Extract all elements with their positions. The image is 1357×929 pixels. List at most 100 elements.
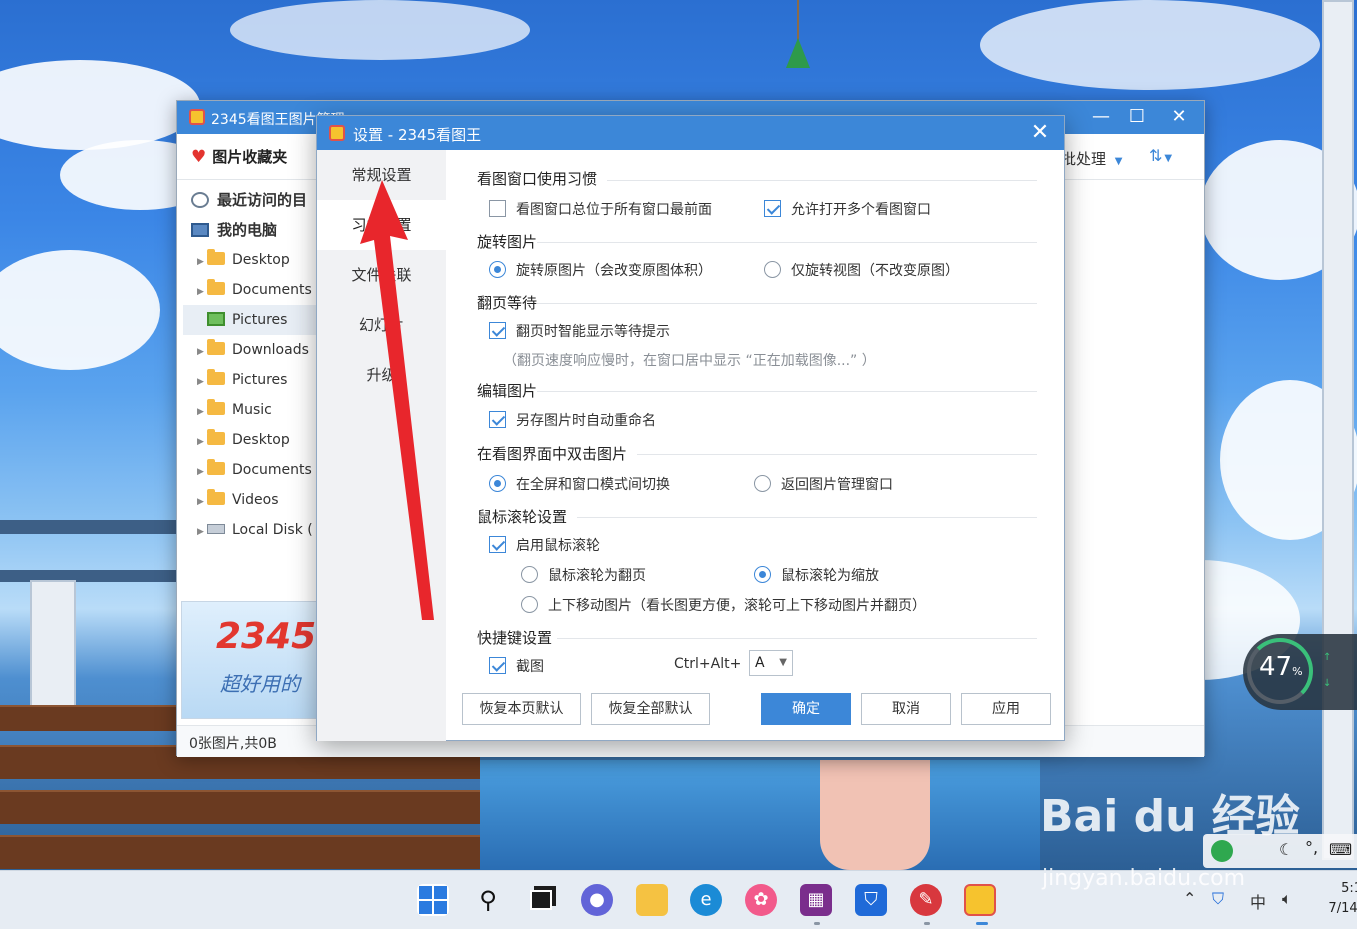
rotate-view-label: 仅旋转视图（不改变原图） xyxy=(791,263,959,279)
clock-icon xyxy=(191,192,209,208)
smart-wait-checkbox[interactable]: 翻页时智能显示等待提示 xyxy=(489,321,670,341)
radio-icon xyxy=(764,261,781,278)
task-view-icon[interactable] xyxy=(526,884,558,916)
toggle-fullscreen-radio[interactable]: 在全屏和窗口模式间切换 xyxy=(489,474,670,494)
favorites-button[interactable]: ♥ 图片收藏夹 xyxy=(191,146,287,167)
edge-icon[interactable]: e xyxy=(690,884,722,916)
defender-icon[interactable]: ⛉ xyxy=(1212,889,1224,909)
computer-icon xyxy=(191,223,209,237)
tree-folder-item[interactable]: ▶ Documents xyxy=(183,455,317,485)
close-icon[interactable]: ✕ xyxy=(1165,106,1193,128)
tree-item-label: Videos xyxy=(232,492,279,508)
chevron-right-icon[interactable]: ▶ xyxy=(197,487,207,515)
baidu-watermark-site: jingyan.baidu.com xyxy=(1042,866,1246,891)
running-indicator xyxy=(924,922,930,925)
speed-widget[interactable]: 47% ↑ ↓ xyxy=(1243,634,1357,710)
rotate-view-radio[interactable]: 仅旋转视图（不改变原图） xyxy=(764,260,959,280)
auto-rename-checkbox[interactable]: 另存图片时自动重命名 xyxy=(489,410,656,430)
tree-item-label: Pictures xyxy=(232,312,288,328)
chat-icon[interactable]: ● xyxy=(581,884,613,916)
tree-folder-item[interactable]: ▶ Music xyxy=(183,395,317,425)
maximize-icon[interactable]: ☐ xyxy=(1123,106,1151,128)
screenshot-checkbox[interactable]: 截图 xyxy=(489,656,544,676)
photos-icon[interactable]: ✿ xyxy=(745,884,777,916)
minimize-icon[interactable]: — xyxy=(1087,106,1115,128)
reset-all-button[interactable]: 恢复全部默认 xyxy=(591,693,710,725)
section-page-wait: 翻页等待 xyxy=(477,294,538,312)
dialog-titlebar[interactable]: 设置 - 2345看图王 ✕ xyxy=(317,116,1064,150)
paint-icon[interactable]: ✎ xyxy=(910,884,942,916)
tree-item-label: Music xyxy=(232,402,272,418)
security-shield-icon[interactable]: ⛉ xyxy=(855,884,887,916)
chevron-right-icon[interactable]: ▶ xyxy=(197,337,207,365)
folder-icon xyxy=(207,279,225,295)
tree-item-label: Desktop xyxy=(232,432,290,448)
smart-wait-label: 翻页时智能显示等待提示 xyxy=(516,324,670,340)
enable-wheel-checkbox[interactable]: 启用鼠标滚轮 xyxy=(489,535,600,555)
keyboard-icon: ⌨ xyxy=(1329,840,1353,859)
wheel-page-label: 鼠标滚轮为翻页 xyxy=(548,568,646,584)
wheel-page-radio[interactable]: 鼠标滚轮为翻页 xyxy=(521,565,646,585)
ok-button[interactable]: 确定 xyxy=(761,693,851,725)
chevron-right-icon[interactable]: ▶ xyxy=(197,427,207,455)
allow-multi-label: 允许打开多个看图窗口 xyxy=(791,202,931,218)
section-rotate: 旋转图片 xyxy=(477,233,538,251)
file-explorer-icon[interactable] xyxy=(636,884,668,916)
active-indicator xyxy=(976,922,988,925)
screenshot-label: 截图 xyxy=(516,659,544,675)
folder-icon xyxy=(207,339,225,355)
tree-root-item[interactable]: 最近访问的目 xyxy=(183,185,317,215)
chevron-right-icon[interactable]: ▶ xyxy=(197,517,207,545)
rotate-original-radio[interactable]: 旋转原图片（会改变原图体积） xyxy=(489,260,712,280)
apply-button[interactable]: 应用 xyxy=(961,693,1051,725)
tree-folder-item[interactable]: Pictures xyxy=(183,305,317,335)
sort-menu[interactable]: ⇅ ▼ xyxy=(1149,146,1172,165)
hotkey-key-select[interactable]: A ▼ xyxy=(749,650,793,676)
cancel-button[interactable]: 取消 xyxy=(861,693,951,725)
tree-folder-item[interactable]: ▶ Downloads xyxy=(183,335,317,365)
sort-icon: ⇅ xyxy=(1149,146,1163,165)
checkbox-checked-icon xyxy=(489,322,506,339)
batch-process-menu[interactable]: 批处理 ▼ xyxy=(1061,148,1123,169)
chevron-right-icon[interactable]: ▶ xyxy=(197,367,207,395)
clock-time: 5:1 xyxy=(1341,881,1357,896)
image-viewer-icon[interactable] xyxy=(964,884,996,916)
tree-folder-item[interactable]: ▶ Videos xyxy=(183,485,317,515)
tree-folder-item[interactable]: ▶ Pictures xyxy=(183,365,317,395)
toggle-fullscreen-label: 在全屏和窗口模式间切换 xyxy=(516,477,670,493)
chevron-right-icon[interactable]: ▶ xyxy=(197,277,207,305)
tree-item-label: Downloads xyxy=(232,342,309,358)
tree-root-item[interactable]: 我的电脑 xyxy=(183,215,317,245)
disk-icon xyxy=(207,524,225,534)
folder-icon xyxy=(207,369,225,385)
back-manager-radio[interactable]: 返回图片管理窗口 xyxy=(754,474,893,494)
wheel-zoom-radio[interactable]: 鼠标滚轮为缩放 xyxy=(754,565,879,585)
always-on-top-checkbox[interactable]: 看图窗口总位于所有窗口最前面 xyxy=(489,199,712,219)
back-manager-label: 返回图片管理窗口 xyxy=(781,477,893,493)
clock[interactable]: 5:1 7/14/ xyxy=(1322,879,1357,919)
dialog-title: 设置 - 2345看图王 xyxy=(353,126,482,144)
tree-folder-item[interactable]: ▶ Desktop xyxy=(183,425,317,455)
hotkey-combo-label: Ctrl+Alt+ xyxy=(674,656,742,672)
chevron-right-icon[interactable]: ▶ xyxy=(197,397,207,425)
chevron-right-icon[interactable]: ▶ xyxy=(197,247,207,275)
tree-item-label: Desktop xyxy=(232,252,290,268)
reset-page-button[interactable]: 恢复本页默认 xyxy=(462,693,581,725)
tree-folder-item[interactable]: ▶ Local Disk ( xyxy=(183,515,317,545)
ad-banner[interactable]: 2345 超好用的 xyxy=(181,601,317,719)
winrar-icon[interactable]: ▦ xyxy=(800,884,832,916)
wheel-move-radio[interactable]: 上下移动图片（看长图更方便，滚轮可上下移动图片并翻页） xyxy=(521,595,926,615)
volume-icon[interactable]: 🔈︎ xyxy=(1282,889,1292,909)
close-icon[interactable]: ✕ xyxy=(1026,120,1054,145)
ime-mode-indicator[interactable]: 中 xyxy=(1250,889,1266,913)
tree-folder-item[interactable]: ▶ Desktop xyxy=(183,245,317,275)
tree-item-label: Pictures xyxy=(232,372,288,388)
chevron-up-icon[interactable]: ⌃ xyxy=(1183,889,1196,908)
allow-multi-checkbox[interactable]: 允许打开多个看图窗口 xyxy=(764,199,931,219)
folder-icon xyxy=(207,489,225,505)
start-icon[interactable] xyxy=(417,884,449,916)
search-icon[interactable]: ⚲ xyxy=(472,884,504,916)
chevron-right-icon[interactable]: ▶ xyxy=(197,457,207,485)
tree-folder-item[interactable]: ▶ Documents xyxy=(183,275,317,305)
ad-slogan: 超好用的 xyxy=(220,672,300,696)
